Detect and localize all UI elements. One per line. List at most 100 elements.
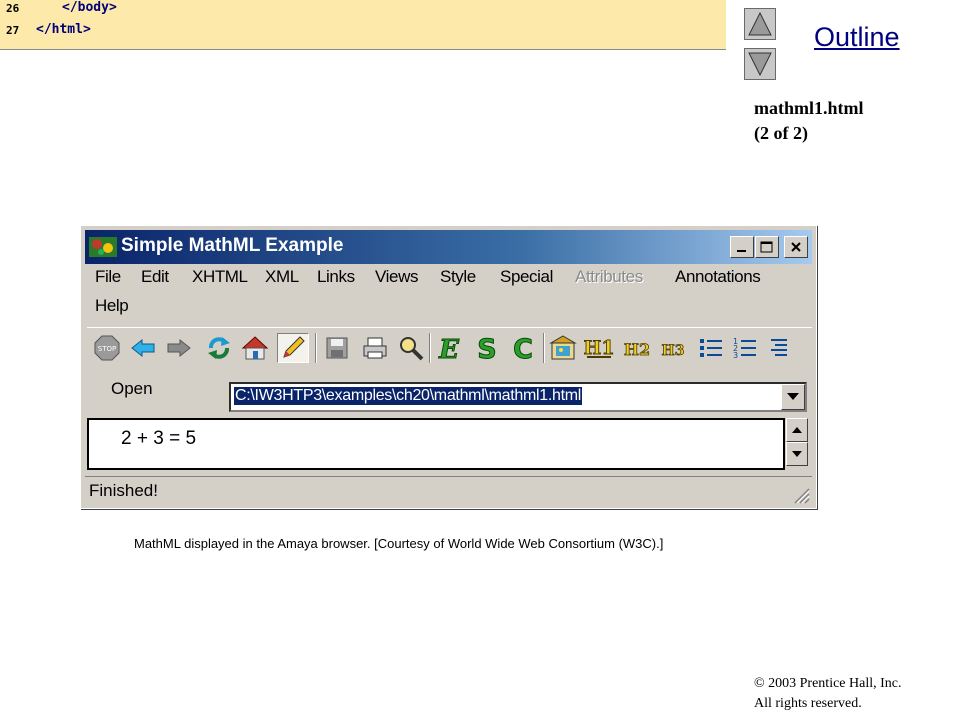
triangle-up-icon <box>748 11 772 36</box>
svg-text:E: E <box>438 335 460 362</box>
definition-list-button[interactable] <box>763 333 787 363</box>
line-number: 26 <box>6 2 20 15</box>
back-button[interactable] <box>127 333 159 363</box>
code-text: </body> <box>62 0 117 15</box>
stop-button[interactable]: STOP <box>91 333 123 363</box>
close-icon <box>791 242 801 252</box>
toolbar-separator <box>543 333 545 363</box>
minimize-icon <box>737 250 746 252</box>
previous-slide-button[interactable] <box>744 8 776 40</box>
copyright-line: © 2003 Prentice Hall, Inc. <box>754 676 902 691</box>
save-icon <box>326 337 348 359</box>
forward-arrow-icon <box>167 338 191 358</box>
scroll-up-icon <box>792 427 802 433</box>
next-slide-button[interactable] <box>744 48 776 80</box>
home-icon <box>241 336 269 360</box>
find-icon <box>400 337 424 361</box>
file-title: mathml1.html (2 of 2) <box>754 96 864 146</box>
toolbar: STOP E S C H1 H2 H3 1 2 3 <box>87 327 812 367</box>
stop-icon: STOP <box>94 335 120 361</box>
code-listing: 26 </body> 27 </html> <box>0 0 726 50</box>
figure-caption: MathML displayed in the Amaya browser. [… <box>134 536 664 551</box>
vertical-scrollbar[interactable] <box>786 418 810 470</box>
file-part: (2 of 2) <box>754 123 808 143</box>
file-name: mathml1.html <box>754 98 864 118</box>
url-input[interactable]: C:\IW3HTP3\examples\ch20\mathml\mathml1.… <box>234 387 583 405</box>
menu-annotations[interactable]: Annotations <box>675 267 761 287</box>
insert-image-button[interactable] <box>547 333 579 363</box>
code-icon: C <box>513 334 534 362</box>
menu-style[interactable]: Style <box>440 267 476 287</box>
scroll-up-button[interactable] <box>786 418 808 442</box>
heading2-icon: H2 <box>623 340 650 360</box>
maximize-icon <box>760 241 773 253</box>
triangle-down-icon <box>748 52 772 77</box>
close-button[interactable] <box>784 236 808 258</box>
url-dropdown-button[interactable] <box>781 384 805 410</box>
open-label: Open <box>111 379 153 398</box>
find-button[interactable] <box>395 333 427 363</box>
toolbar-separator <box>429 333 431 363</box>
home-button[interactable] <box>239 333 271 363</box>
code-text: </html> <box>36 22 91 37</box>
strong-button[interactable]: S <box>471 333 503 363</box>
status-text: Finished! <box>89 481 158 500</box>
bulleted-list-icon <box>700 339 722 357</box>
line-number: 27 <box>6 24 20 37</box>
document-view[interactable]: 2 + 3 = 5 <box>87 418 785 470</box>
maximize-button[interactable] <box>755 236 779 258</box>
menu-special[interactable]: Special <box>500 267 553 287</box>
back-arrow-icon <box>131 338 155 358</box>
print-icon <box>363 337 387 359</box>
copyright-notice: © 2003 Prentice Hall, Inc. All rights re… <box>754 674 902 714</box>
forward-button[interactable] <box>163 333 195 363</box>
scroll-down-icon <box>792 451 802 457</box>
chevron-down-icon <box>787 393 799 400</box>
copyright-line: All rights reserved. <box>754 696 862 711</box>
resize-grip-icon[interactable] <box>792 486 810 504</box>
edit-mode-button[interactable] <box>277 333 309 363</box>
svg-text:H3: H3 <box>662 343 685 359</box>
math-expression: 2 + 3 = 5 <box>121 428 197 449</box>
amaya-logo-icon <box>89 237 117 257</box>
toolbar-separator <box>315 333 317 363</box>
reload-icon <box>208 337 230 359</box>
svg-text:H2: H2 <box>624 340 650 359</box>
code-button[interactable]: C <box>507 333 539 363</box>
save-button[interactable] <box>321 333 353 363</box>
outline-link[interactable]: Outline <box>814 22 900 53</box>
menu-bar: File Edit XHTML XML Links Views Style Sp… <box>95 267 806 325</box>
window-title: Simple MathML Example <box>121 235 344 256</box>
menu-attributes: Attributes <box>575 267 643 286</box>
menu-file[interactable]: File <box>95 267 121 287</box>
bulleted-list-button[interactable] <box>695 333 727 363</box>
heading2-button[interactable]: H2 <box>621 333 653 363</box>
svg-text:STOP: STOP <box>98 345 116 353</box>
scroll-down-button[interactable] <box>786 442 808 466</box>
definition-list-icon <box>771 339 787 356</box>
menu-help[interactable]: Help <box>95 296 129 316</box>
menu-links[interactable]: Links <box>317 267 355 287</box>
strong-icon: S <box>477 334 497 362</box>
heading1-icon: H1 <box>584 337 614 360</box>
menu-views[interactable]: Views <box>375 267 418 287</box>
reload-button[interactable] <box>203 333 235 363</box>
heading3-button[interactable]: H3 <box>657 333 689 363</box>
menu-xhtml[interactable]: XHTML <box>192 267 248 287</box>
minimize-button[interactable] <box>730 236 754 258</box>
numbered-list-button[interactable]: 123 <box>729 333 761 363</box>
menu-edit[interactable]: Edit <box>141 267 169 287</box>
amaya-window: Simple MathML Example File Edit XHTML XM… <box>80 225 817 509</box>
numbered-list-icon: 123 <box>733 337 756 360</box>
menu-xml[interactable]: XML <box>265 267 299 287</box>
print-button[interactable] <box>359 333 391 363</box>
emphasis-button[interactable]: E <box>433 333 465 363</box>
heading1-button[interactable]: H1 <box>583 333 615 363</box>
title-bar: Simple MathML Example <box>85 230 812 264</box>
svg-text:C: C <box>513 334 533 362</box>
emphasis-icon: E <box>438 335 461 363</box>
url-combobox[interactable]: C:\IW3HTP3\examples\ch20\mathml\mathml1.… <box>229 382 807 412</box>
image-icon <box>549 335 577 360</box>
edit-pencil-icon <box>283 336 305 358</box>
status-bar: Finished! <box>85 476 812 506</box>
